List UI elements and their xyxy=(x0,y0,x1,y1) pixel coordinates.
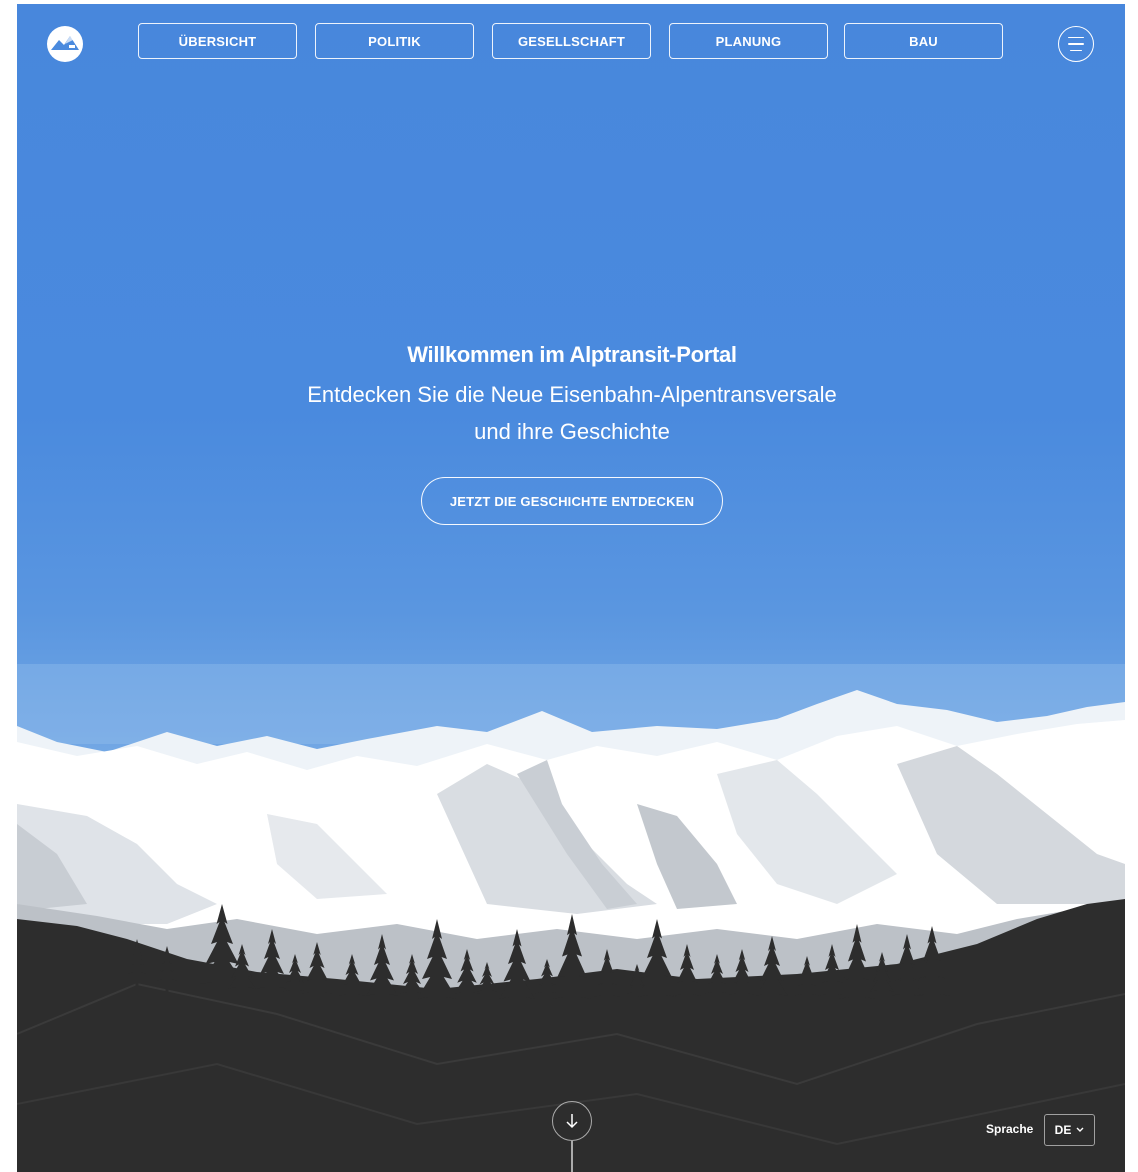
discover-history-button[interactable]: JETZT DIE GESCHICHTE ENTDECKEN xyxy=(421,477,723,525)
pine-tree-trunk xyxy=(240,987,244,1001)
pine-tree-trunk xyxy=(485,990,489,1004)
hero-viewport: ÜBERSICHT POLITIK GESELLSCHAFT PLANUNG B… xyxy=(17,4,1125,1172)
pine-tree-trunk xyxy=(770,994,774,1008)
chevron-down-icon xyxy=(1076,1127,1084,1132)
pine-tree-trunk xyxy=(605,995,609,1009)
pine-tree-trunk xyxy=(135,972,139,986)
language-select[interactable]: DE xyxy=(1044,1114,1095,1146)
scroll-indicator-line xyxy=(571,1141,573,1172)
nav-item-gesellschaft[interactable]: GESELLSCHAFT xyxy=(492,23,651,59)
pine-tree-trunk xyxy=(715,992,719,1006)
arrow-down-icon[interactable] xyxy=(552,1101,592,1141)
pine-tree-trunk xyxy=(805,994,809,1008)
nav-item-planung[interactable]: PLANUNG xyxy=(669,23,828,59)
hero-subtitle: Entdecken Sie die Neue Eisenbahn-Alpentr… xyxy=(17,376,1125,450)
nav-item-bau[interactable]: BAU xyxy=(844,23,1003,59)
pine-tree-trunk xyxy=(655,995,659,1009)
pine-tree-trunk xyxy=(315,992,319,1006)
pine-tree-trunk xyxy=(270,987,274,1001)
pine-tree-trunk xyxy=(830,994,834,1008)
pine-tree-trunk xyxy=(545,992,549,1006)
pine-tree-trunk xyxy=(685,994,689,1008)
pine-tree-trunk xyxy=(465,992,469,1006)
pine-tree-trunk xyxy=(855,997,859,1011)
pine-tree-trunk xyxy=(435,997,439,1011)
pine-tree-trunk xyxy=(515,997,519,1011)
nav-item-uebersicht[interactable]: ÜBERSICHT xyxy=(138,23,297,59)
language-value: DE xyxy=(1054,1123,1072,1137)
nav-item-politik[interactable]: POLITIK xyxy=(315,23,474,59)
hero-section: Willkommen im Alptransit-Portal Entdecke… xyxy=(17,340,1125,450)
hero-title: Willkommen im Alptransit-Portal xyxy=(407,342,737,367)
pine-tree-trunk xyxy=(410,992,414,1006)
hero-subtitle-line-1: Entdecken Sie die Neue Eisenbahn-Alpentr… xyxy=(307,382,837,407)
pine-tree-trunk xyxy=(293,990,297,1004)
top-navigation: ÜBERSICHT POLITIK GESELLSCHAFT PLANUNG B… xyxy=(17,23,1125,63)
pine-tree-trunk xyxy=(930,994,934,1008)
mountain-landscape-illustration xyxy=(17,664,1125,1172)
language-label: Sprache xyxy=(986,1122,1034,1136)
hamburger-menu-icon[interactable] xyxy=(1058,26,1094,62)
pine-tree-trunk xyxy=(740,993,744,1007)
pine-tree-trunk xyxy=(570,997,574,1011)
pine-tree-trunk xyxy=(380,994,384,1008)
pine-tree-trunk xyxy=(905,994,909,1008)
hero-subtitle-line-2: und ihre Geschichte xyxy=(474,419,670,444)
pine-tree-trunk xyxy=(350,994,354,1008)
pine-tree-trunk xyxy=(220,982,224,996)
pine-tree-trunk xyxy=(635,992,639,1006)
pine-tree-trunk xyxy=(880,990,884,1004)
pine-tree-trunk xyxy=(165,979,169,993)
